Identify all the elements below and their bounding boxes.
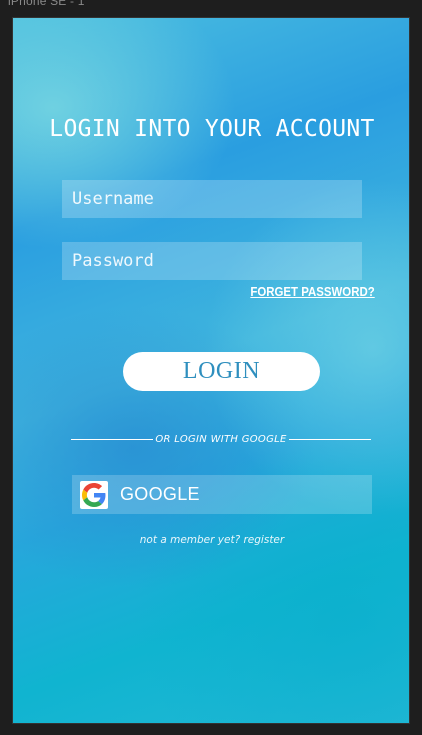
login-button[interactable]: LOGIN	[123, 352, 320, 391]
divider-text: OR LOGIN WITH GOOGLE	[155, 433, 287, 445]
google-g-icon	[80, 480, 108, 509]
username-input[interactable]	[62, 180, 362, 218]
divider-line-left	[71, 438, 154, 440]
page-title: LOGIN INTO YOUR ACCOUNT	[49, 116, 375, 142]
google-login-button[interactable]: GOOGLE	[72, 475, 372, 514]
password-input[interactable]	[62, 242, 362, 280]
google-button-label: GOOGLE	[120, 484, 200, 504]
phone-screen: LOGIN INTO YOUR ACCOUNT FORGET PASSWORD?…	[12, 17, 410, 724]
register-link[interactable]: not a member yet? register	[13, 534, 409, 546]
divider-line-right	[288, 438, 372, 440]
forget-password-link[interactable]: FORGET PASSWORD?	[250, 284, 374, 299]
frame-label: iPhone SE - 1	[8, 0, 85, 8]
google-divider: OR LOGIN WITH GOOGLE	[71, 429, 372, 449]
